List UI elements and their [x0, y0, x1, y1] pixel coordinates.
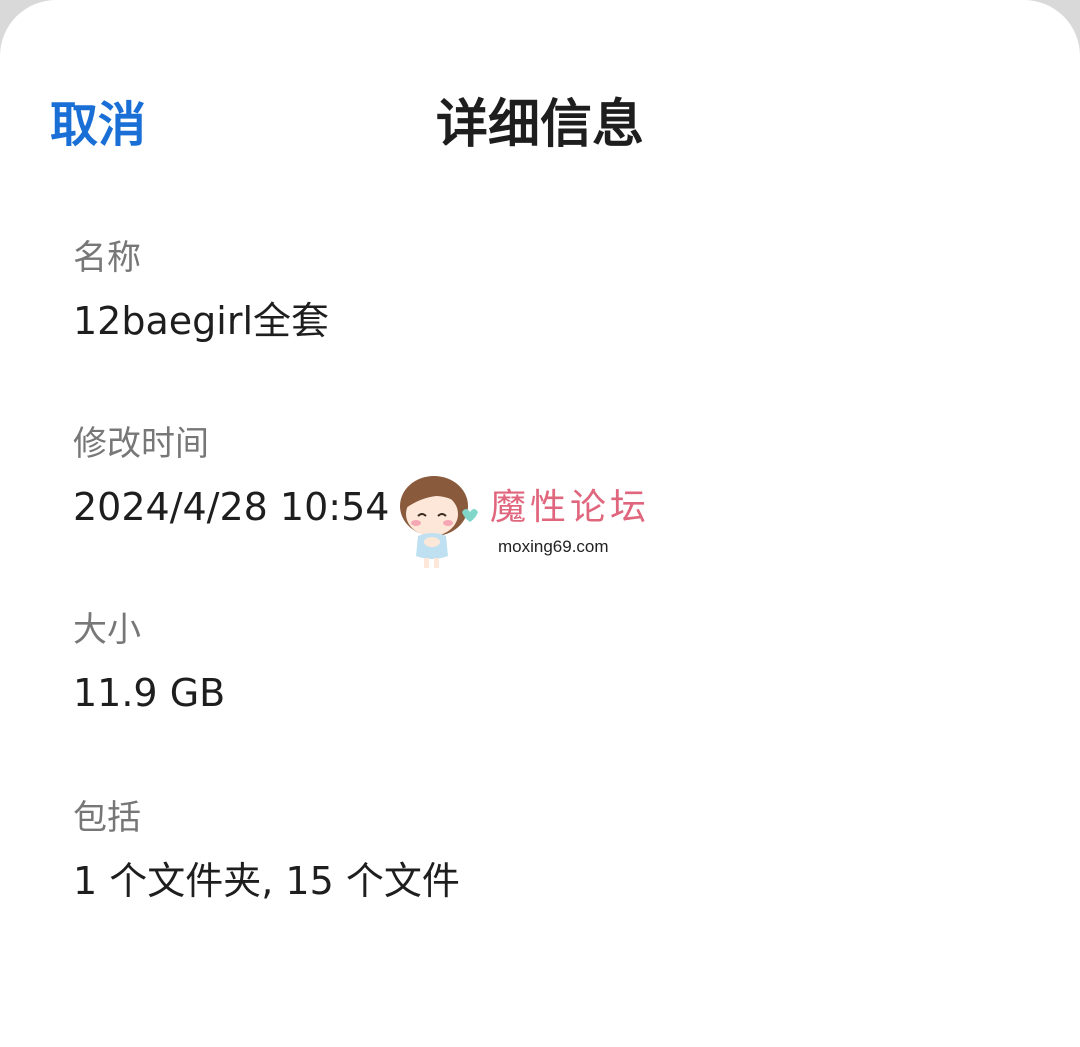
- watermark-url: moxing69.com: [498, 537, 609, 556]
- contains-value: 1 个文件夹, 15 个文件: [73, 859, 460, 903]
- details-sheet: 取消 详细信息 名称 12baegirl全套 修改时间 2024/4/28 10…: [0, 0, 1080, 1047]
- modified-time-label: 修改时间: [73, 424, 209, 464]
- contains-label: 包括: [73, 798, 141, 838]
- contains-field: 包括 1 个文件夹, 15 个文件: [73, 796, 973, 906]
- watermark: 魔性论坛 moxing69.com: [396, 472, 666, 572]
- sheet-title: 详细信息: [435, 95, 644, 155]
- watermark-girl-icon: [400, 476, 478, 568]
- name-label: 名称: [73, 238, 141, 278]
- size-field: 大小 11.9 GB: [73, 608, 973, 718]
- sheet-header: 取消 详细信息: [0, 80, 1080, 170]
- name-value: 12baegirl全套: [73, 299, 329, 343]
- name-field: 名称 12baegirl全套: [73, 236, 973, 346]
- size-label: 大小: [73, 610, 141, 650]
- size-value: 11.9 GB: [73, 671, 226, 715]
- watermark-text: 魔性论坛: [490, 487, 651, 528]
